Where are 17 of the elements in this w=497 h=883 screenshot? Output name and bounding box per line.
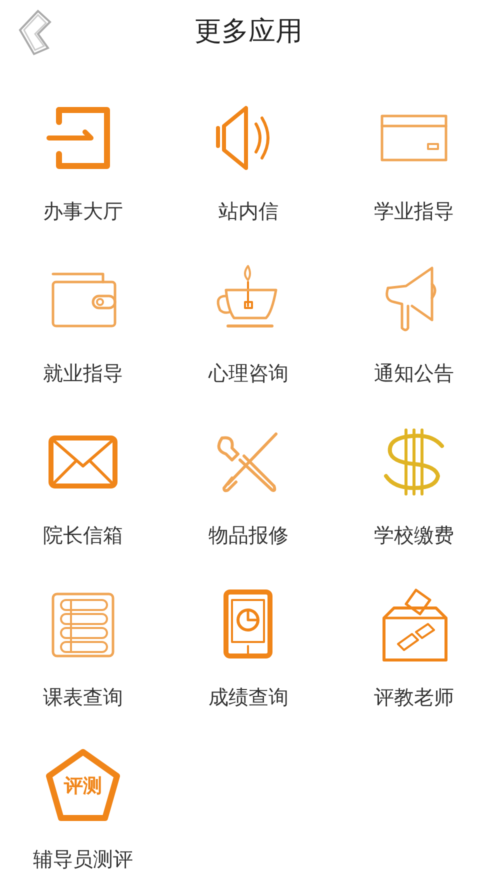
app-tile[interactable]: 物品报修 [166, 424, 332, 550]
app-tile[interactable]: 学业指导 [331, 100, 497, 226]
app-tile[interactable]: 就业指导 [0, 262, 166, 388]
icon-text: 评测 [62, 774, 103, 799]
app-tile[interactable]: 办事大厅 [0, 100, 166, 226]
app-tile[interactable]: 评测 辅导员测评 [0, 748, 166, 874]
app-tile[interactable]: 课表查询 [0, 586, 166, 712]
app-tile[interactable]: 通知公告 [331, 262, 497, 388]
app-tile[interactable]: 学校缴费 [331, 424, 497, 550]
app-tile[interactable]: 心理咨询 [166, 262, 332, 388]
page-title: 更多应用 [194, 14, 302, 49]
pentagon-icon [44, 748, 121, 824]
back-icon[interactable] [16, 8, 52, 58]
app-tile[interactable]: 成绩查询 [166, 586, 332, 712]
app-tile[interactable]: 院长信箱 [0, 424, 166, 550]
app-tile[interactable]: 评教老师 [331, 586, 497, 712]
app-tile[interactable]: 站内信 [166, 100, 332, 226]
